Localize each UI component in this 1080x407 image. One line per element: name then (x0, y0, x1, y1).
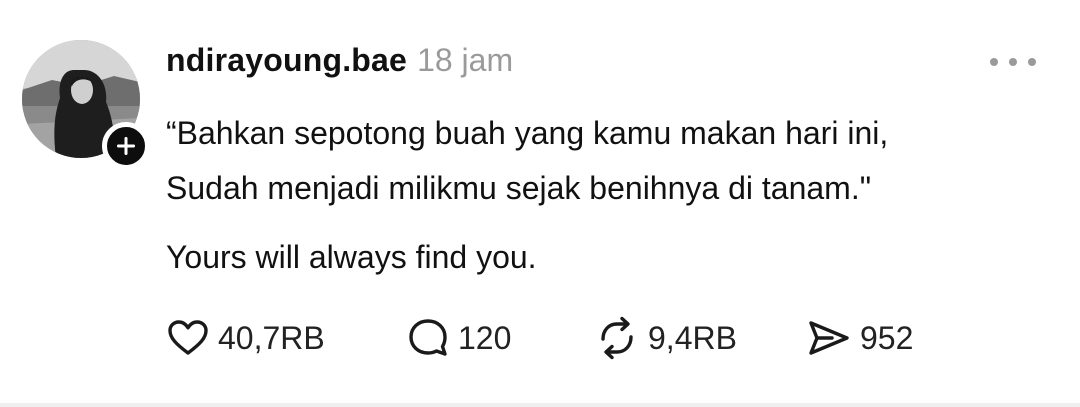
post-text-line: Sudah menjadi milikmu sejak benihnya di … (166, 170, 872, 206)
post-text-line: “Bahkan sepotong buah yang kamu makan ha… (166, 115, 889, 151)
more-options-button[interactable] (990, 52, 1036, 72)
post-body: “Bahkan sepotong buah yang kamu makan ha… (166, 106, 1046, 285)
reply-button[interactable]: 120 (406, 314, 511, 362)
reply-count: 120 (458, 319, 512, 356)
heart-icon (168, 320, 208, 355)
share-count: 952 (860, 319, 914, 356)
avatar-container[interactable] (22, 40, 150, 170)
like-count: 40,7RB (218, 319, 325, 356)
share-button[interactable]: 952 (806, 314, 913, 362)
like-button[interactable]: 40,7RB (166, 314, 325, 362)
username-link[interactable]: ndirayoung.bae (166, 42, 407, 79)
post-divider (0, 403, 1080, 407)
thread-post: ndirayoung.bae 18 jam “Bahkan sepotong b… (0, 0, 1080, 407)
send-icon (809, 321, 849, 355)
repost-button[interactable]: 9,4RB (594, 314, 737, 362)
plus-icon (117, 137, 135, 155)
more-dots-icon (1009, 58, 1017, 66)
repost-icon (601, 316, 633, 360)
post-timestamp: 18 jam (417, 42, 514, 78)
post-text-line: Yours will always find you. (166, 239, 537, 275)
post-header: ndirayoung.bae 18 jam (166, 42, 513, 86)
more-dots-icon (1028, 58, 1036, 66)
follow-button[interactable] (102, 122, 150, 170)
more-dots-icon (990, 58, 998, 66)
speech-bubble-icon (409, 319, 447, 356)
repost-count: 9,4RB (648, 319, 737, 356)
